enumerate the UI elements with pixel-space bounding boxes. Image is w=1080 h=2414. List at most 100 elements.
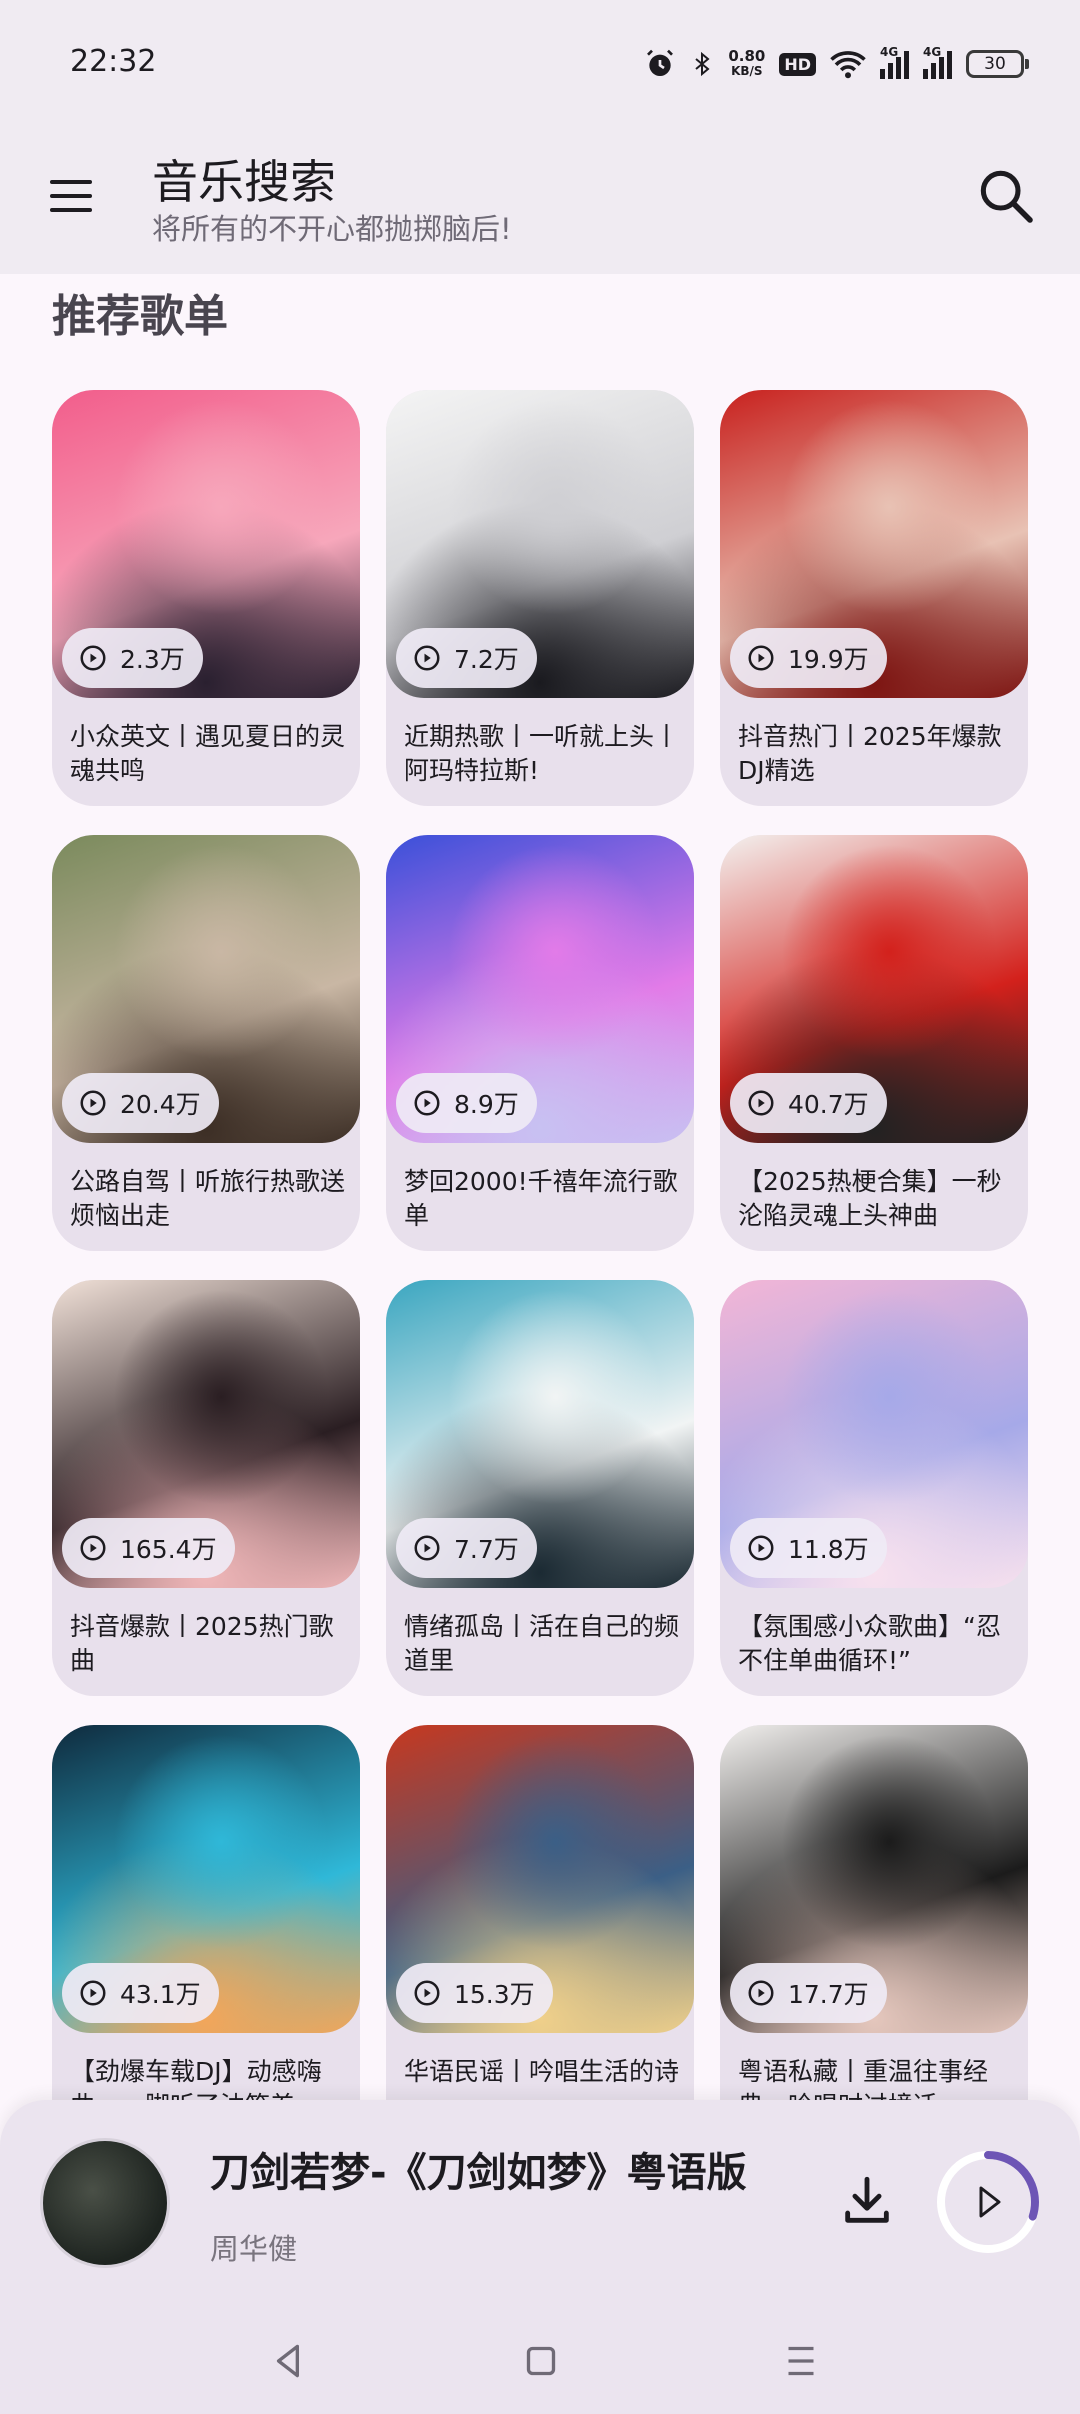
play-count: 8.9万 [454,1090,519,1119]
now-playing-album-art[interactable] [40,2138,170,2268]
playlist-cover[interactable]: 20.4万 [52,835,360,1143]
playlist-cover[interactable]: 8.9万 [386,835,694,1143]
play-circle-icon [748,645,774,671]
playlist-card[interactable]: 40.7万【2025热梗合集】一秒沦陷灵魂上头神曲 [720,835,1028,1251]
play-count-badge: 15.3万 [396,1963,553,2023]
play-circle-icon [80,1980,106,2006]
play-circle-icon [414,1535,440,1561]
playlist-card[interactable]: 15.3万华语民谣丨吟唱生活的诗 [386,1725,694,2141]
download-button[interactable] [838,2172,896,2230]
play-count-badge: 40.7万 [730,1073,887,1133]
play-circle-icon [748,1535,774,1561]
app-bar: 音乐搜索 将所有的不开心都抛掷脑后! [0,128,1080,274]
playlist-title: 公路自驾丨听旅行热歌送烦恼出走 [70,1167,346,1230]
play-count: 40.7万 [788,1090,869,1119]
play-circle-icon [414,1090,440,1116]
page-title: 音乐搜索 [152,155,336,209]
play-count: 19.9万 [788,645,869,674]
hd-badge: HD [779,52,816,76]
play-circle-icon [80,645,106,671]
play-count: 17.7万 [788,1980,869,2009]
play-circle-icon [414,645,440,671]
play-count-badge: 11.8万 [730,1518,887,1578]
play-count-badge: 20.4万 [62,1073,219,1133]
play-count-badge: 165.4万 [62,1518,235,1578]
playlist-title: 【氛围感小众歌曲】“忍不住单曲循环!” [738,1612,1001,1675]
alarm-icon [647,49,674,76]
playlist-title: 抖音爆款丨2025热门歌曲 [70,1612,334,1675]
play-circle-icon [414,1980,440,2006]
playlist-cover[interactable]: 19.9万 [720,390,1028,698]
playlist-title: 近期热歌丨一听就上头丨阿玛特拉斯! [404,722,680,785]
playlist-cover[interactable]: 7.7万 [386,1280,694,1588]
playlist-title: 情绪孤岛丨活在自己的频道里 [404,1612,680,1675]
now-playing-artist: 周华健 [210,2232,298,2266]
play-count-badge: 19.9万 [730,628,887,688]
cell-signal-icon: 4G [923,45,952,79]
home-icon [526,2346,556,2376]
nav-home-button[interactable] [516,2336,566,2386]
nav-recents-button[interactable] [776,2336,826,2386]
status-bar: 22:32 0.80 KB/S HD 4G 4G 30 [0,0,1080,128]
play-count: 7.2万 [454,645,519,674]
battery-icon: 30 [966,50,1029,78]
system-nav-bar [0,2310,1080,2414]
playlist-card[interactable]: 19.9万抖音热门丨2025年爆款DJ精选 [720,390,1028,806]
search-icon [980,170,1033,223]
playlist-title: 梦回2000!千禧年流行歌单 [404,1167,678,1230]
download-icon [845,2176,889,2223]
playlist-cover[interactable]: 7.2万 [386,390,694,698]
play-circle-icon [748,1980,774,2006]
status-time: 22:32 [70,44,157,79]
menu-button[interactable] [44,168,100,224]
play-circle-icon [80,1535,106,1561]
playlist-card[interactable]: 7.2万近期热歌丨一听就上头丨阿玛特拉斯! [386,390,694,806]
play-count-badge: 8.9万 [396,1073,537,1133]
search-button[interactable] [974,164,1038,228]
playlist-card[interactable]: 43.1万【劲爆车载DJ】动感嗨曲，一脚听了油箱差 [52,1725,360,2141]
playlist-cover[interactable]: 2.3万 [52,390,360,698]
play-count: 2.3万 [120,645,185,674]
back-icon [276,2344,299,2378]
playlist-cover[interactable]: 43.1万 [52,1725,360,2033]
playlist-title: 小众英文丨遇见夏日的灵魂共鸣 [70,722,346,785]
play-count: 165.4万 [120,1535,217,1564]
play-count-badge: 17.7万 [730,1963,887,2023]
play-count-badge: 7.7万 [396,1518,537,1578]
playlist-card[interactable]: 165.4万抖音爆款丨2025热门歌曲 [52,1280,360,1696]
cell-signal-icon: 4G [880,45,909,79]
play-count: 15.3万 [454,1980,535,2009]
play-count-badge: 7.2万 [396,628,537,688]
wifi-icon [830,51,866,79]
play-count: 20.4万 [120,1090,201,1119]
play-circle-icon [80,1090,106,1116]
playlist-cover[interactable]: 17.7万 [720,1725,1028,2033]
now-playing-title: 刀剑若梦-《刀剑如梦》粤语版 [210,2150,747,2196]
playlist-card[interactable]: 11.8万【氛围感小众歌曲】“忍不住单曲循环!” [720,1280,1028,1696]
nav-back-button[interactable] [264,2336,314,2386]
recents-icon [788,2346,814,2376]
playlist-title: 【2025热梗合集】一秒沦陷灵魂上头神曲 [738,1167,1002,1230]
playlist-cover[interactable]: 15.3万 [386,1725,694,2033]
playlist-cover[interactable]: 11.8万 [720,1280,1028,1588]
playlist-cover[interactable]: 40.7万 [720,835,1028,1143]
playlist-title: 抖音热门丨2025年爆款DJ精选 [738,722,1002,785]
playlist-card[interactable]: 20.4万公路自驾丨听旅行热歌送烦恼出走 [52,835,360,1251]
section-title: 推荐歌单 [52,291,228,342]
play-button[interactable] [934,2148,1042,2256]
playlist-title: 华语民谣丨吟唱生活的诗 [404,2057,680,2086]
page-subtitle: 将所有的不开心都抛掷脑后! [152,212,512,246]
play-count: 7.7万 [454,1535,519,1564]
playlist-card[interactable]: 8.9万梦回2000!千禧年流行歌单 [386,835,694,1251]
playlist-cover[interactable]: 165.4万 [52,1280,360,1588]
bluetooth-icon [695,51,710,77]
net-speed: 0.80 KB/S [728,47,766,79]
play-circle-icon [748,1090,774,1116]
playlist-card[interactable]: 7.7万情绪孤岛丨活在自己的频道里 [386,1280,694,1696]
play-count: 11.8万 [788,1535,869,1564]
status-icons: 0.80 KB/S HD 4G 4G 30 [644,44,1029,84]
playlist-card[interactable]: 17.7万粤语私藏丨重温往事经典，吟唱时过境迁 [720,1725,1028,2141]
play-count-badge: 2.3万 [62,628,203,688]
playlist-card[interactable]: 2.3万小众英文丨遇见夏日的灵魂共鸣 [52,390,360,806]
play-count: 43.1万 [120,1980,201,2009]
